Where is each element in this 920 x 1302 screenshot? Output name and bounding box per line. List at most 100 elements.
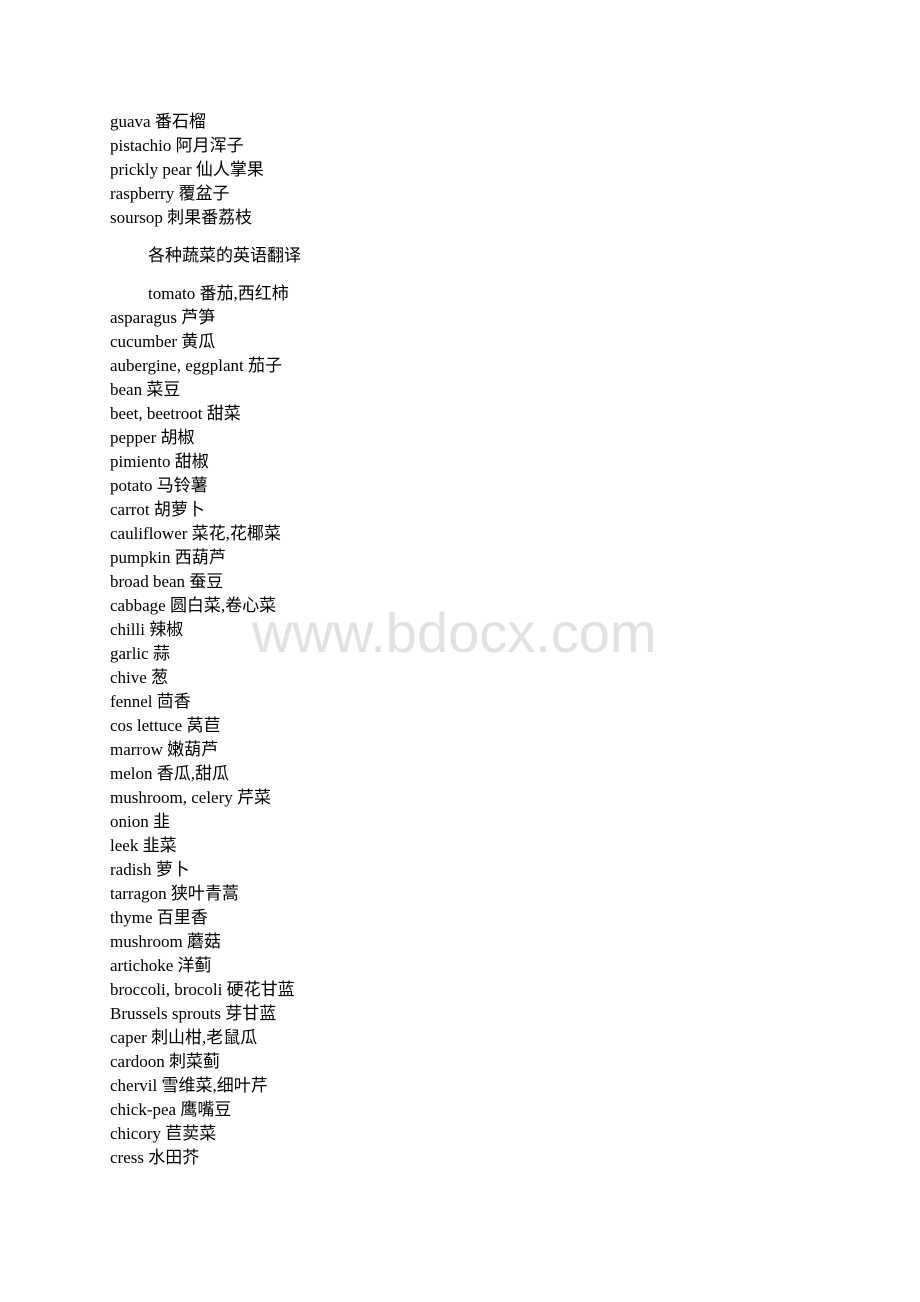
chinese-term: 覆盆子 xyxy=(178,184,230,203)
english-term: beet, beetroot xyxy=(110,404,203,423)
vegetable-list: tomato 番茄,西红柿 asparagus 芦笋 cucumber 黄瓜 aube… xyxy=(110,282,295,1170)
chinese-term: 百里香 xyxy=(156,908,208,927)
english-term: leek xyxy=(110,836,139,855)
list-item: mushroom 蘑菇 xyxy=(110,930,295,954)
list-item: caper 刺山柑,老鼠瓜 xyxy=(110,1026,295,1050)
chinese-term: 菜花,花椰菜 xyxy=(191,524,281,543)
chinese-term: 韭 xyxy=(152,812,170,831)
chinese-term: 茴香 xyxy=(156,692,191,711)
chinese-term: 硬花甘蓝 xyxy=(226,980,295,999)
chinese-term: 狭叶青蒿 xyxy=(170,884,239,903)
list-item: radish 萝卜 xyxy=(110,858,295,882)
list-item: raspberry 覆盆子 xyxy=(110,182,264,206)
english-term: onion xyxy=(110,812,149,831)
document-page: guava 番石榴 pistachio 阿月浑子 prickly pear 仙人掌果… xyxy=(0,0,920,1302)
english-term: fennel xyxy=(110,692,153,711)
english-term: chilli xyxy=(110,620,145,639)
chinese-term: 香瓜,甜瓜 xyxy=(156,764,229,783)
chinese-term: 黄瓜 xyxy=(181,332,216,351)
list-item: cauliflower 菜花,花椰菜 xyxy=(110,522,295,546)
list-item: soursop 刺果番荔枝 xyxy=(110,206,264,230)
chinese-term: 马铃薯 xyxy=(156,476,208,495)
chinese-term: 胡椒 xyxy=(160,428,195,447)
list-item: pistachio 阿月浑子 xyxy=(110,134,264,158)
english-term: aubergine, eggplant xyxy=(110,356,244,375)
list-item: leek 韭菜 xyxy=(110,834,295,858)
chinese-term: 芽甘蓝 xyxy=(225,1004,277,1023)
chinese-term: 雪维菜,细叶芹 xyxy=(161,1076,268,1095)
english-term: pepper xyxy=(110,428,157,447)
list-item: beet, beetroot 甜菜 xyxy=(110,402,295,426)
section-heading: 各种蔬菜的英语翻译 xyxy=(148,246,301,265)
english-term: mushroom, celery xyxy=(110,788,233,807)
list-item: chervil 雪维菜,细叶芹 xyxy=(110,1074,295,1098)
chinese-term: 萝卜 xyxy=(155,860,190,879)
list-item: prickly pear 仙人掌果 xyxy=(110,158,264,182)
english-term: asparagus xyxy=(110,308,178,327)
english-term: cucumber xyxy=(110,332,178,351)
chinese-term: 芦笋 xyxy=(181,308,216,327)
chinese-term: 辣椒 xyxy=(149,620,184,639)
chinese-term: 仙人掌果 xyxy=(195,160,264,179)
list-item: pepper 胡椒 xyxy=(110,426,295,450)
english-term: guava xyxy=(110,112,151,131)
list-item: mushroom, celery 芹菜 xyxy=(110,786,295,810)
english-term: broccoli, brocoli xyxy=(110,980,223,999)
english-term: cabbage xyxy=(110,596,166,615)
english-term: artichoke xyxy=(110,956,174,975)
list-item: chick-pea 鹰嘴豆 xyxy=(110,1098,295,1122)
english-term: melon xyxy=(110,764,153,783)
list-item: cucumber 黄瓜 xyxy=(110,330,295,354)
fruit-list: guava 番石榴 pistachio 阿月浑子 prickly pear 仙人掌果… xyxy=(110,110,264,230)
list-item: marrow 嫩葫芦 xyxy=(110,738,295,762)
list-item: carrot 胡萝卜 xyxy=(110,498,295,522)
chinese-term: 洋蓟 xyxy=(177,956,212,975)
english-term: cress xyxy=(110,1148,144,1167)
list-item: tarragon 狭叶青蒿 xyxy=(110,882,295,906)
chinese-term: 甜椒 xyxy=(174,452,209,471)
list-item: guava 番石榴 xyxy=(110,110,264,134)
list-item: fennel 茴香 xyxy=(110,690,295,714)
list-item: cos lettuce 莴苣 xyxy=(110,714,295,738)
english-term: bean xyxy=(110,380,143,399)
list-item: onion 韭 xyxy=(110,810,295,834)
chinese-term: 阿月浑子 xyxy=(175,136,244,155)
chinese-term: 番石榴 xyxy=(154,112,206,131)
english-term: soursop xyxy=(110,208,163,227)
english-term: thyme xyxy=(110,908,153,927)
chinese-term: 韭菜 xyxy=(142,836,177,855)
chinese-term: 刺菜蓟 xyxy=(169,1052,221,1071)
list-item: aubergine, eggplant 茄子 xyxy=(110,354,295,378)
chinese-term: 菜豆 xyxy=(146,380,181,399)
list-item: Brussels sprouts 芽甘蓝 xyxy=(110,1002,295,1026)
chinese-term: 刺山柑,老鼠瓜 xyxy=(151,1028,258,1047)
list-item: chicory 苣荬菜 xyxy=(110,1122,295,1146)
list-item: thyme 百里香 xyxy=(110,906,295,930)
watermark: www.bdocx.com xyxy=(252,601,657,664)
list-item: tomato 番茄,西红柿 xyxy=(110,282,295,306)
english-term: tomato xyxy=(148,284,196,303)
list-item: broccoli, brocoli 硬花甘蓝 xyxy=(110,978,295,1002)
english-term: carrot xyxy=(110,500,150,519)
list-item: asparagus 芦笋 xyxy=(110,306,295,330)
english-term: pistachio xyxy=(110,136,172,155)
list-item: artichoke 洋蓟 xyxy=(110,954,295,978)
english-term: Brussels sprouts xyxy=(110,1004,221,1023)
english-term: radish xyxy=(110,860,152,879)
english-term: cardoon xyxy=(110,1052,165,1071)
chinese-term: 水田芥 xyxy=(148,1148,200,1167)
chinese-term: 蘑菇 xyxy=(186,932,221,951)
list-item: cardoon 刺菜蓟 xyxy=(110,1050,295,1074)
chinese-term: 苣荬菜 xyxy=(165,1124,217,1143)
english-term: caper xyxy=(110,1028,147,1047)
english-term: pimiento xyxy=(110,452,171,471)
chinese-term: 番茄,西红柿 xyxy=(199,284,289,303)
english-term: chicory xyxy=(110,1124,161,1143)
english-term: marrow xyxy=(110,740,163,759)
english-term: raspberry xyxy=(110,184,175,203)
english-term: potato xyxy=(110,476,153,495)
list-item: broad bean 蚕豆 xyxy=(110,570,295,594)
list-item: potato 马铃薯 xyxy=(110,474,295,498)
chinese-term: 茄子 xyxy=(248,356,283,375)
chinese-term: 蚕豆 xyxy=(189,572,224,591)
